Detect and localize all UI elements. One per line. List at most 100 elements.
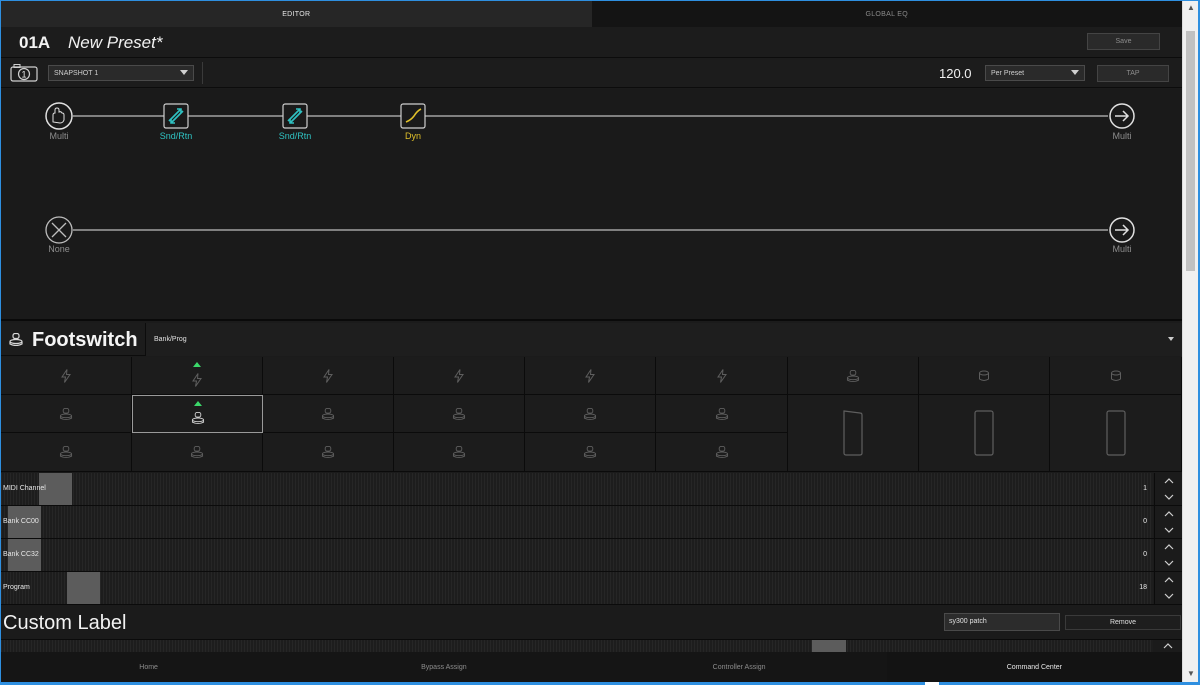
chevron-down-icon[interactable]	[1155, 522, 1182, 538]
param-slider-track[interactable]	[1, 506, 1153, 538]
send-return-icon[interactable]	[163, 103, 189, 129]
divider	[202, 62, 203, 84]
switch-cell[interactable]	[263, 357, 394, 395]
chevron-down-icon[interactable]	[1155, 489, 1182, 505]
dynamics-icon[interactable]	[400, 103, 426, 129]
param-value: 18	[1139, 584, 1147, 591]
scrollbar-thumb[interactable]	[1186, 31, 1195, 271]
indicator-icon	[193, 401, 202, 406]
scroll-up-arrow-icon[interactable]: ▲	[1186, 3, 1196, 13]
path1-output-label: Multi	[1112, 131, 1132, 141]
knob-icon	[979, 370, 989, 381]
switch-cell-selected[interactable]	[132, 395, 263, 433]
switch-cell[interactable]	[656, 433, 788, 472]
lightning-icon	[454, 368, 464, 383]
footswitch-icon	[59, 445, 73, 459]
close-icon[interactable]	[45, 216, 73, 244]
send-return-icon[interactable]	[282, 103, 308, 129]
snapshot-camera-icon[interactable]: 1	[10, 63, 38, 82]
nav-command-center[interactable]: Command Center	[886, 652, 1182, 682]
switch-cell[interactable]	[525, 357, 656, 395]
switch-cell[interactable]	[788, 357, 919, 395]
switch-cell[interactable]	[263, 395, 394, 433]
expression-pedal-cell[interactable]	[1050, 395, 1182, 472]
footswitch-icon	[9, 333, 23, 346]
param-row-bank-cc00[interactable]: Bank CC00 0	[1, 506, 1182, 539]
switch-cell[interactable]	[656, 357, 788, 395]
param-label: Program	[3, 584, 30, 591]
footswitch-icon	[715, 407, 728, 420]
expression-pedal-cell[interactable]	[788, 395, 919, 472]
scroll-down-arrow-icon[interactable]: ▼	[1186, 669, 1196, 679]
indicator-icon	[193, 362, 201, 367]
switch-cell[interactable]	[1, 433, 132, 472]
nav-controller-assign[interactable]: Controller Assign	[592, 652, 887, 682]
switch-cell[interactable]	[656, 395, 788, 433]
switch-cell[interactable]	[1, 357, 132, 395]
switch-cell[interactable]	[919, 357, 1050, 395]
bottom-nav: Home Bypass Assign Controller Assign Com…	[1, 652, 1182, 682]
param-row-midi-channel[interactable]: MIDI Channel 1	[1, 473, 1182, 506]
switch-cell[interactable]	[132, 357, 263, 395]
chevron-up-icon[interactable]	[1155, 539, 1182, 555]
expression-pedal-icon	[843, 410, 863, 456]
footswitch-mode-select[interactable]: Bank/Prog	[145, 323, 1182, 356]
switch-cell[interactable]	[525, 433, 656, 472]
param-slider-knob[interactable]	[67, 572, 100, 604]
switch-cell[interactable]	[525, 395, 656, 433]
slider-track[interactable]	[1, 640, 1153, 652]
param-slider-track[interactable]	[1, 473, 1153, 505]
preset-name[interactable]: New Preset*	[68, 33, 162, 53]
switch-cell[interactable]	[394, 433, 525, 472]
arrow-right-icon[interactable]	[1109, 103, 1135, 129]
switch-cell[interactable]	[1050, 357, 1182, 395]
arrow-right-icon[interactable]	[1109, 217, 1135, 243]
path1-input-icon[interactable]	[45, 102, 73, 130]
snapshot-select[interactable]: SNAPSHOT 1	[48, 65, 194, 81]
param-label: Bank CC32	[3, 551, 39, 558]
custom-label-input[interactable]: sy300 patch	[944, 613, 1060, 631]
slider-knob[interactable]	[812, 640, 846, 652]
switch-cell[interactable]	[394, 357, 525, 395]
param-value: 1	[1143, 485, 1147, 492]
chevron-down-icon[interactable]	[1155, 555, 1182, 571]
custom-label-slider[interactable]	[1, 639, 1182, 652]
tab-editor[interactable]: EDITOR	[1, 1, 592, 27]
save-button[interactable]: Save	[1087, 33, 1160, 50]
param-stepper	[1154, 473, 1182, 505]
switch-cell[interactable]	[1, 395, 132, 433]
footswitch-icon	[59, 407, 73, 420]
vertical-scrollbar[interactable]: ▲ ▼	[1182, 1, 1198, 683]
param-row-program[interactable]: Program 18	[1, 572, 1182, 605]
remove-button[interactable]: Remove	[1065, 615, 1181, 630]
tempo-value[interactable]: 120.0	[939, 66, 972, 81]
switch-cell[interactable]	[132, 433, 263, 472]
tap-tempo-button[interactable]: TAP	[1097, 65, 1169, 82]
chevron-up-icon[interactable]	[1154, 640, 1182, 652]
lightning-icon	[323, 368, 333, 383]
footswitch-header: Footswitch Bank/Prog	[1, 323, 1182, 356]
param-row-bank-cc32[interactable]: Bank CC32 0	[1, 539, 1182, 572]
switch-cell[interactable]	[263, 433, 394, 472]
nav-bypass-assign[interactable]: Bypass Assign	[296, 652, 591, 682]
chevron-down-icon	[1071, 70, 1079, 75]
param-stepper	[1154, 539, 1182, 571]
block-label: Snd/Rtn	[278, 131, 312, 141]
param-slider-track[interactable]	[1, 539, 1153, 571]
snapshot-select-value: SNAPSHOT 1	[54, 69, 99, 77]
snapshot-number: 1	[21, 70, 26, 80]
chevron-down-icon[interactable]	[1155, 588, 1182, 604]
chevron-up-icon[interactable]	[1155, 572, 1182, 588]
snapshot-bar: 1 SNAPSHOT 1 120.0 Per Preset TAP	[1, 58, 1182, 88]
chevron-up-icon[interactable]	[1155, 506, 1182, 522]
footswitch-icon	[846, 369, 860, 382]
nav-home[interactable]: Home	[1, 652, 296, 682]
switch-cell[interactable]	[394, 395, 525, 433]
tempo-mode-select[interactable]: Per Preset	[985, 65, 1085, 81]
expression-pedal-cell[interactable]	[919, 395, 1050, 472]
param-label: Bank CC00	[3, 518, 39, 525]
param-slider-track[interactable]	[1, 572, 1153, 604]
chevron-down-icon	[180, 70, 188, 75]
tab-global-eq[interactable]: GLOBAL EQ	[592, 1, 1183, 27]
chevron-up-icon[interactable]	[1155, 473, 1182, 489]
